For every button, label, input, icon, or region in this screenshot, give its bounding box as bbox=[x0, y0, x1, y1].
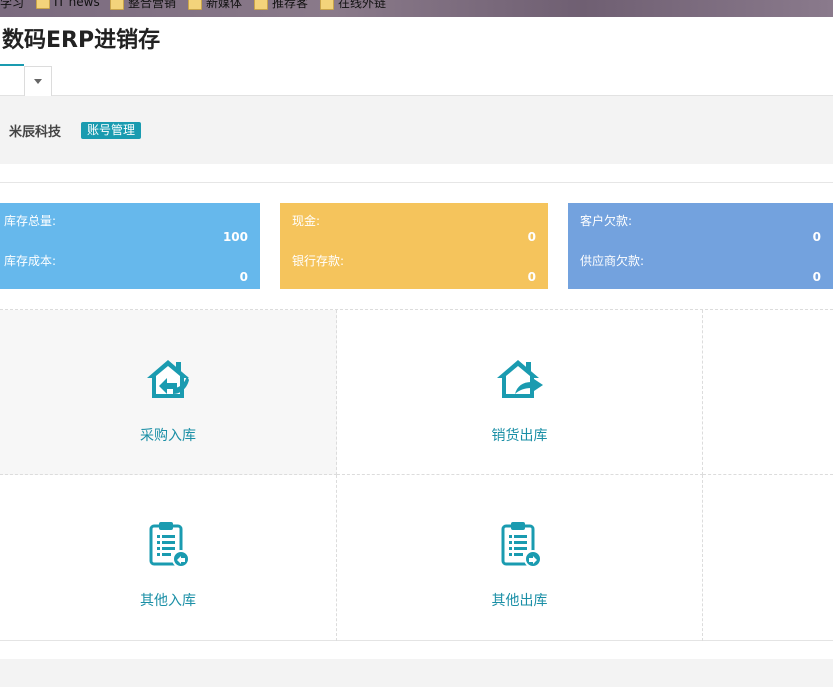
inventory-cost-value: 0 bbox=[239, 270, 248, 284]
empty-tile bbox=[703, 310, 833, 475]
caret-down-icon bbox=[34, 79, 42, 84]
bookmark-item[interactable]: 在线外链 bbox=[320, 0, 386, 11]
purchase-in-label: 采购入库 bbox=[140, 428, 196, 444]
bookmark-item[interactable]: 整合营销 bbox=[110, 0, 176, 11]
sales-out-tile[interactable]: 销货出库 bbox=[337, 310, 703, 475]
folder-icon bbox=[254, 0, 268, 10]
bookmark-item[interactable]: 推荐客 bbox=[254, 0, 308, 11]
empty-tile bbox=[703, 475, 833, 641]
folder-icon bbox=[110, 0, 124, 10]
customer-debt-label: 客户欠款: bbox=[580, 214, 633, 228]
inventory-stat-card: 库存总量: 100 库存成本: 0 bbox=[0, 203, 260, 289]
house-arrow-out-icon bbox=[496, 360, 543, 398]
account-management-button[interactable]: 账号管理 bbox=[81, 122, 142, 139]
tab-home[interactable] bbox=[0, 64, 24, 96]
bookmark-label: 新媒体 bbox=[206, 0, 243, 10]
supplier-debt-label: 供应商欠款: bbox=[580, 254, 645, 268]
cash-value: 0 bbox=[527, 230, 536, 244]
company-header: 米辰科技 账号管理 bbox=[0, 96, 833, 164]
folder-icon bbox=[320, 0, 334, 10]
bank-deposit-value: 0 bbox=[527, 270, 536, 284]
clipboard-out-icon bbox=[501, 522, 542, 568]
footer-band bbox=[0, 659, 833, 687]
other-in-tile[interactable]: 其他入库 bbox=[0, 475, 337, 641]
bookmark-label: 推荐客 bbox=[272, 0, 309, 10]
bookmark-item[interactable]: 新媒体 bbox=[188, 0, 242, 11]
bookmark-label: 整合营销 bbox=[128, 0, 177, 10]
cash-label: 现金: bbox=[292, 214, 321, 228]
company-name: 米辰科技 bbox=[9, 125, 62, 140]
app-title: 数码ERP进销存 bbox=[2, 28, 161, 53]
bookmark-label: 在线外链 bbox=[338, 0, 387, 10]
customer-debt-value: 0 bbox=[812, 230, 821, 244]
supplier-debt-value: 0 bbox=[812, 270, 821, 284]
bookmark-label: IT news bbox=[54, 0, 100, 9]
other-out-tile[interactable]: 其他出库 bbox=[337, 475, 703, 641]
bookmark-item[interactable]: 学习 bbox=[0, 0, 24, 11]
tab-menu-button[interactable] bbox=[24, 66, 52, 96]
other-out-label: 其他出库 bbox=[491, 593, 548, 609]
clipboard-in-icon bbox=[149, 522, 190, 568]
sales-out-label: 销货出库 bbox=[491, 428, 548, 444]
bookmarks-bar: 学习 IT news 整合营销 新媒体 推荐客 在线外链 bbox=[0, 0, 833, 17]
folder-icon bbox=[36, 0, 50, 9]
section-divider bbox=[0, 182, 833, 183]
funds-stat-card: 现金: 0 银行存款: 0 bbox=[280, 203, 548, 289]
inventory-total-label: 库存总量: bbox=[4, 214, 57, 228]
inventory-cost-label: 库存成本: bbox=[4, 254, 57, 268]
folder-icon bbox=[188, 0, 202, 10]
debt-stat-card: 客户欠款: 0 供应商欠款: 0 bbox=[568, 203, 833, 289]
purchase-in-tile[interactable]: 采购入库 bbox=[0, 310, 337, 475]
house-arrow-in-icon bbox=[147, 360, 189, 398]
inventory-total-value: 100 bbox=[222, 230, 248, 244]
bookmark-label: 学习 bbox=[0, 0, 25, 10]
function-grid: 采购入库 销货出库 其他入库 其他出库 bbox=[0, 309, 833, 641]
bank-deposit-label: 银行存款: bbox=[292, 254, 345, 268]
tab-bar bbox=[0, 64, 833, 96]
other-in-label: 其他入库 bbox=[140, 593, 196, 609]
bookmark-item[interactable]: IT news bbox=[36, 0, 100, 9]
